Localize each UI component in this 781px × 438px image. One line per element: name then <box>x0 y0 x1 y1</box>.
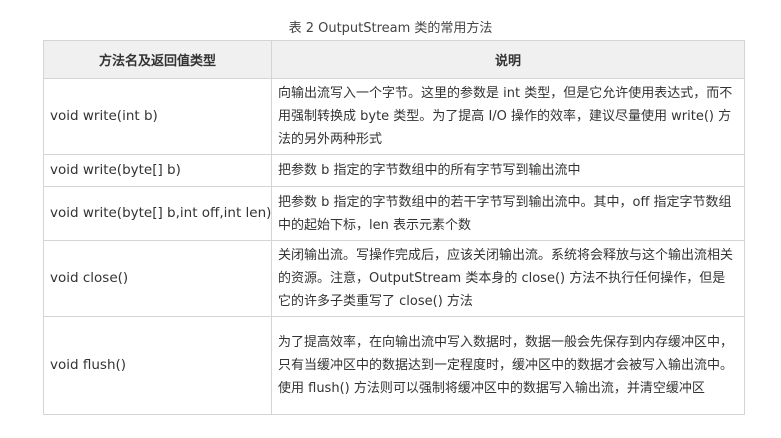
document: 表 2 OutputStream 类的常用方法 方法名及返回值类型 说明 voi… <box>0 0 781 438</box>
header-description: 说明 <box>271 40 745 79</box>
method-signature: void write(byte[] b) <box>43 154 272 187</box>
method-signature: void close() <box>43 240 272 317</box>
table-row: void flush() 为了提高效率，在向输出流中写入数据时，数据一般会先保存… <box>43 316 745 415</box>
methods-table: 方法名及返回值类型 说明 void write(int b) 向输出流写入一个字… <box>43 40 745 415</box>
method-signature: void flush() <box>43 316 272 415</box>
table-caption: 表 2 OutputStream 类的常用方法 <box>288 21 493 36</box>
header-method: 方法名及返回值类型 <box>43 40 272 79</box>
table-row: void write(int b) 向输出流写入一个字节。这里的参数是 int … <box>43 78 745 155</box>
method-description: 为了提高效率，在向输出流中写入数据时，数据一般会先保存到内存缓冲区中，只有当缓冲… <box>271 316 745 415</box>
method-signature: void write(int b) <box>43 78 272 155</box>
table-row: void write(byte[] b,int off,int len) 把参数… <box>43 186 745 241</box>
table-row: void close() 关闭输出流。写操作完成后，应该关闭输出流。系统将会释放… <box>43 240 745 317</box>
method-signature: void write(byte[] b,int off,int len) <box>43 186 272 241</box>
method-description: 向输出流写入一个字节。这里的参数是 int 类型，但是它允许使用表达式，而不用强… <box>271 78 745 155</box>
table-header-row: 方法名及返回值类型 说明 <box>43 40 745 79</box>
method-description: 把参数 b 指定的字节数组中的若干字节写到输出流中。其中，off 指定字节数组中… <box>271 186 745 241</box>
table-row: void write(byte[] b) 把参数 b 指定的字节数组中的所有字节… <box>43 154 745 187</box>
method-description: 关闭输出流。写操作完成后，应该关闭输出流。系统将会释放与这个输出流相关的资源。注… <box>271 240 745 317</box>
method-description: 把参数 b 指定的字节数组中的所有字节写到输出流中 <box>271 154 745 187</box>
